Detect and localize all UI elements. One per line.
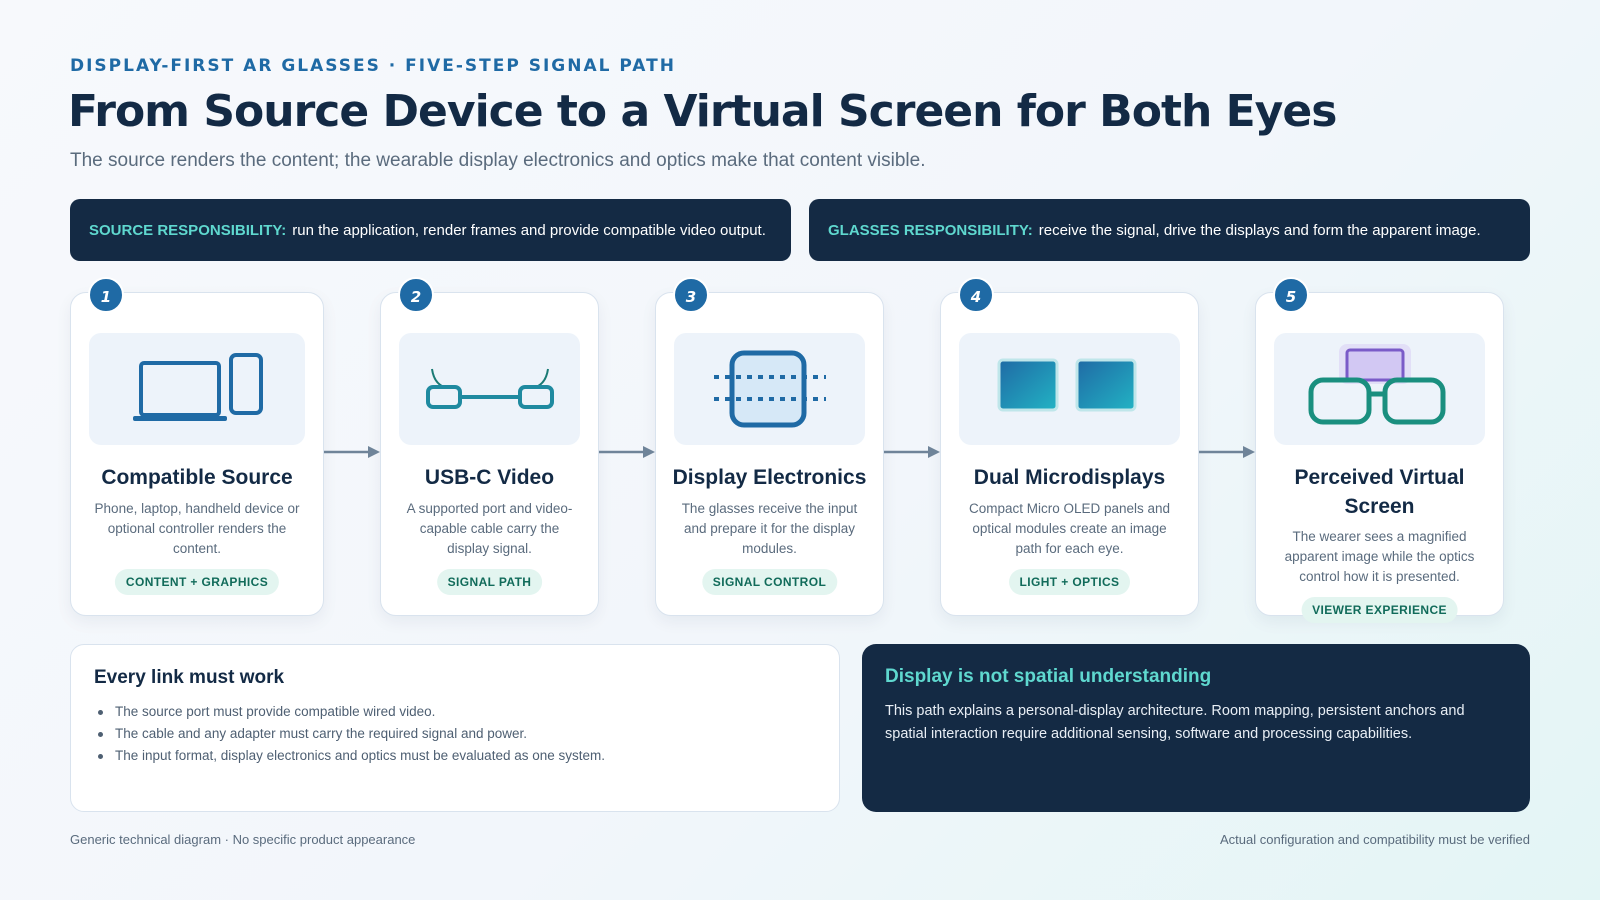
glasses-screen-icon <box>1308 344 1445 425</box>
step-description: Compact Micro OLED panels and optical mo… <box>968 501 1171 556</box>
source-responsibility-label: SOURCE RESPONSIBILITY: <box>89 221 287 239</box>
step-card-perceived-virtual-screen: 5 Perceived Virtual Screen The wearer se… <box>1255 277 1504 623</box>
requirements-list: The source port must provide compatible … <box>94 701 816 767</box>
step-icon-box <box>674 333 865 445</box>
step-card-usb-c-video: 2 USB-C Video A supported port and video… <box>380 277 599 616</box>
usb-c-cable-icon <box>425 368 554 409</box>
eyebrow: DISPLAY-FIRST AR GLASSES · FIVE-STEP SIG… <box>70 56 676 76</box>
spatial-note-text: This path explains a personal-display ar… <box>885 703 1465 742</box>
step-number-badge: 4 <box>958 277 994 313</box>
step-icon-box <box>959 333 1180 445</box>
flow-arrow <box>324 446 380 458</box>
step-title: USB-C Video <box>424 466 555 489</box>
step-icon-box <box>399 333 580 445</box>
step-tag: CONTENT + GRAPHICS <box>114 569 280 595</box>
step-number-badge: 3 <box>673 277 709 313</box>
step-card-compatible-source: 1 Compatible Source Phone, laptop, handh… <box>70 277 324 616</box>
step-card-display-electronics: 3 Display Electronics The glasses receiv… <box>655 277 884 616</box>
flow-arrow <box>884 446 940 458</box>
footer-right-note: Actual configuration and compatibility m… <box>1220 832 1530 847</box>
step-description: The wearer sees a magnified apparent ima… <box>1284 529 1475 584</box>
glasses-responsibility-text: receive the signal, drive the displays a… <box>1038 221 1481 239</box>
glasses-responsibility-banner: GLASSES RESPONSIBILITY: receive the sign… <box>809 199 1530 261</box>
step-icon-box <box>1274 333 1485 445</box>
step-tag: SIGNAL CONTROL <box>701 569 838 595</box>
glasses-responsibility-label: GLASSES RESPONSIBILITY: <box>828 221 1033 239</box>
page-title: From Source Device to a Virtual Screen f… <box>68 86 1337 137</box>
source-responsibility-text: run the application, render frames and p… <box>292 221 766 239</box>
step-description: A supported port and video-capable cable… <box>406 501 573 556</box>
source-responsibility-banner: SOURCE RESPONSIBILITY: run the applicati… <box>70 199 791 261</box>
step-card-dual-microdisplays: 4 Dual Microdisplays Compact Micro OLED … <box>940 277 1199 616</box>
step-icon-box <box>89 333 305 445</box>
step-description: The glasses receive the input and prepar… <box>681 501 858 556</box>
requirements-title: Every link must work <box>94 667 285 688</box>
spatial-note-panel: Display is not spatial understanding Thi… <box>862 644 1530 812</box>
list-item: The source port must provide compatible … <box>94 701 816 723</box>
footer-left-note: Generic technical diagram · No specific … <box>70 832 416 847</box>
step-tag: SIGNAL PATH <box>436 569 543 595</box>
dual-display-icon <box>997 358 1136 412</box>
step-number-badge: 1 <box>88 277 124 313</box>
step-description: Phone, laptop, handheld device or option… <box>94 501 300 556</box>
step-number-badge: 2 <box>398 277 434 313</box>
chip-icon <box>713 350 826 428</box>
step-title: Display Electronics <box>672 466 867 489</box>
page-subtitle: The source renders the content; the wear… <box>70 150 926 171</box>
flow-arrow <box>1199 446 1255 458</box>
step-title: Perceived Virtual Screen <box>1294 466 1465 518</box>
step-tag: LIGHT + OPTICS <box>1008 569 1131 595</box>
step-number-badge: 5 <box>1273 277 1309 313</box>
step-title: Compatible Source <box>101 466 293 489</box>
spatial-note-title: Display is not spatial understanding <box>885 666 1212 687</box>
list-item: The cable and any adapter must carry the… <box>94 723 816 745</box>
requirements-panel: Every link must work The source port mus… <box>70 644 840 812</box>
step-title: Dual Microdisplays <box>973 466 1166 489</box>
laptop-phone-icon <box>133 353 263 421</box>
flow-arrow <box>599 446 655 458</box>
list-item: The input format, display electronics an… <box>94 745 816 767</box>
step-tag: VIEWER EXPERIENCE <box>1301 597 1458 623</box>
